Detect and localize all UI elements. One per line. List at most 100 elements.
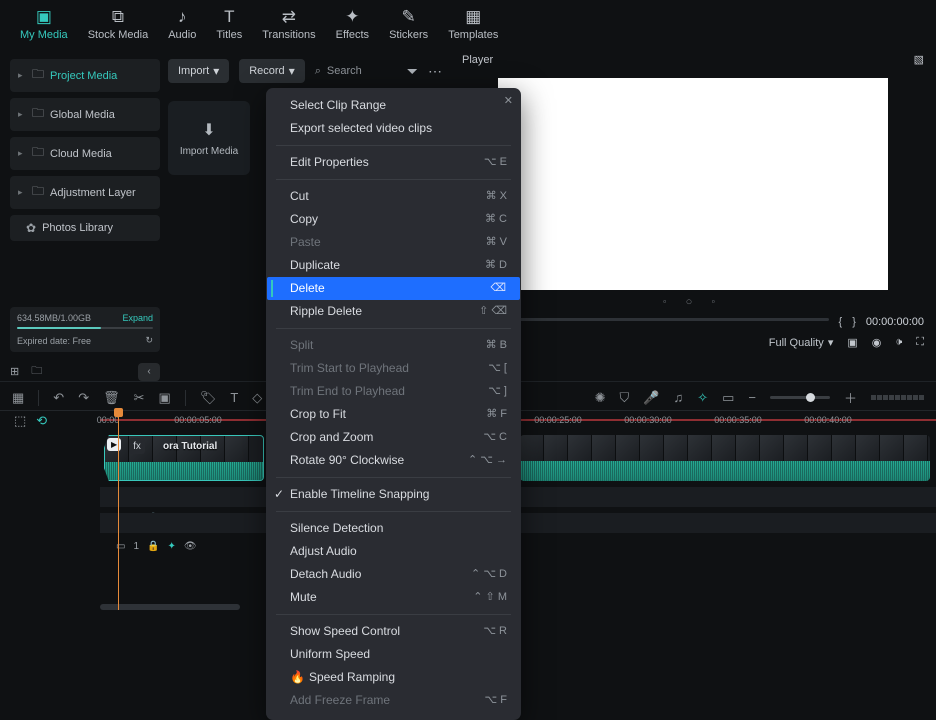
tab-label: Titles (216, 29, 242, 41)
text-icon[interactable]: T (230, 390, 238, 405)
snapshot-icon[interactable]: ◉ (872, 336, 882, 349)
volume-icon[interactable]: 🕩 (895, 336, 902, 349)
storage-expand-link[interactable]: Expand (122, 313, 153, 323)
color-tool-icon[interactable]: ✺ (595, 390, 606, 406)
menu-delete[interactable]: Delete⌫ (267, 277, 520, 300)
menu-mute[interactable]: Mute⌃ ⇧ M (266, 586, 521, 609)
tab-my-media[interactable]: ▣ My Media (14, 4, 74, 43)
menu-enable-snapping[interactable]: ✓Enable Timeline Snapping (266, 483, 521, 506)
import-media-tile[interactable]: ⬇ Import Media (168, 101, 250, 175)
top-tabbar: ▣ My Media ⧉ Stock Media ♪ Audio T Title… (0, 0, 936, 49)
tag-icon[interactable]: 🏷 (200, 390, 217, 406)
effects-track-icon[interactable]: ✦ (167, 541, 175, 552)
menu-detach-audio[interactable]: Detach Audio⌃ ⌥ D (266, 563, 521, 586)
sidebar-item-cloud-media[interactable]: ▸ 🗀 Cloud Media (10, 137, 160, 170)
bracket-right-icon[interactable]: } (852, 316, 856, 328)
collapse-sidebar-button[interactable]: ‹ (138, 363, 160, 381)
menu-trim-end: Trim End to Playhead⌥ ] (266, 380, 521, 403)
fx-badge-icon: fx (129, 438, 145, 454)
keyframe-icon[interactable]: ◇ (252, 390, 262, 406)
mic-icon[interactable]: 🎤 (643, 390, 659, 406)
menu-trim-start: Trim Start to Playhead⌥ [ (266, 357, 521, 380)
menu-cut[interactable]: Cut⌘ X (266, 185, 521, 208)
menu-crop-to-fit[interactable]: Crop to Fit⌘ F (266, 403, 521, 426)
menu-ripple-delete[interactable]: Ripple Delete⇧ ⌫ (266, 300, 521, 323)
timeline-horizontal-scrollbar[interactable] (100, 604, 240, 610)
magnet-icon[interactable]: ⬚ (14, 413, 26, 429)
menu-crop-and-zoom[interactable]: Crop and Zoom⌥ C (266, 426, 521, 449)
redo-button[interactable]: ↷ (78, 390, 89, 406)
player-title-label: Player (462, 54, 493, 66)
tab-audio[interactable]: ♪ Audio (162, 4, 202, 43)
zoom-in-button[interactable]: ＋ (844, 388, 857, 407)
sidebar-item-project-media[interactable]: ▸ 🗀 Project Media (10, 59, 160, 92)
quality-label: Full Quality (769, 337, 824, 349)
player-canvas[interactable] (498, 78, 888, 290)
eye-icon[interactable]: 👁 (184, 541, 197, 552)
menu-select-clip-range[interactable]: Select Clip Range (266, 94, 521, 117)
lock-icon[interactable]: 🔒 (147, 541, 159, 552)
filter-icon[interactable]: ⏷ (407, 63, 418, 80)
crop-button[interactable]: ▣ (159, 390, 171, 406)
tab-transitions[interactable]: ⇄ Transitions (256, 4, 321, 43)
refresh-icon[interactable]: ↻ (145, 335, 153, 346)
ai-icon[interactable]: ✧ (697, 390, 708, 406)
link-icon[interactable]: ⟲ (36, 413, 47, 429)
new-bin-icon[interactable]: ⊞ (10, 365, 19, 378)
storage-bar (17, 327, 153, 329)
sidebar-item-label: Adjustment Layer (50, 187, 136, 199)
record-dropdown[interactable]: Record ▾ (239, 59, 305, 83)
menu-speed-ramping[interactable]: 🔥Speed Ramping (266, 666, 521, 689)
marker-icon[interactable]: ▭ (722, 390, 734, 406)
close-icon[interactable]: ✕ (504, 94, 513, 107)
tab-stickers[interactable]: ✎ Stickers (383, 4, 434, 43)
snapshot-tool-icon[interactable]: ▧ (914, 53, 924, 66)
tab-effects[interactable]: ✦ Effects (330, 4, 375, 43)
clip-main[interactable]: ▶ fx ora Tutorial (104, 435, 264, 481)
tab-titles[interactable]: T Titles (210, 4, 248, 43)
zoom-out-button[interactable]: − (748, 390, 756, 405)
sidebar-item-global-media[interactable]: ▸ 🗀 Global Media (10, 98, 160, 131)
layout-icon[interactable]: ▦ (12, 390, 24, 406)
tab-label: Audio (168, 29, 196, 41)
clip-secondary[interactable] (520, 435, 930, 481)
undo-button[interactable]: ↶ (53, 390, 64, 406)
tab-label: Templates (448, 29, 498, 41)
tab-stock-media[interactable]: ⧉ Stock Media (82, 4, 155, 43)
tab-label: Transitions (262, 29, 315, 41)
menu-add-freeze-frame: Add Freeze Frame⌥ F (266, 689, 521, 712)
tab-label: Stock Media (88, 29, 149, 41)
import-dropdown[interactable]: Import ▾ (168, 59, 229, 83)
record-label: Record (249, 65, 284, 77)
sidebar-item-adjustment-layer[interactable]: ▸ 🗀 Adjustment Layer (10, 176, 160, 209)
tab-label: Stickers (389, 29, 428, 41)
track-height-icon[interactable] (871, 395, 924, 400)
photos-icon: ✿ (26, 221, 36, 235)
fullscreen-icon[interactable]: ⛶ (916, 336, 924, 349)
delete-button[interactable]: 🗑 (103, 390, 120, 406)
menu-show-speed-control[interactable]: Show Speed Control⌥ R (266, 620, 521, 643)
zoom-slider[interactable] (770, 396, 830, 399)
tab-templates[interactable]: ▦ Templates (442, 4, 504, 43)
menu-edit-properties[interactable]: Edit Properties⌥ E (266, 151, 521, 174)
shield-icon[interactable]: ⛉ (619, 390, 629, 406)
display-settings-icon[interactable]: ▣ (847, 336, 857, 349)
cut-button[interactable]: ✂ (134, 390, 145, 406)
sidebar-item-photos-library[interactable]: ✿ Photos Library (10, 215, 160, 241)
bracket-left-icon[interactable]: { (839, 316, 843, 328)
menu-uniform-speed[interactable]: Uniform Speed (266, 643, 521, 666)
menu-export-selected[interactable]: Export selected video clips (266, 117, 521, 140)
quality-dropdown[interactable]: Full Quality ▾ (769, 336, 834, 349)
playhead[interactable] (118, 411, 119, 610)
equalizer-icon[interactable]: ♫ (673, 390, 683, 405)
more-icon[interactable]: ⋯ (428, 63, 442, 80)
menu-copy[interactable]: Copy⌘ C (266, 208, 521, 231)
menu-rotate-90[interactable]: Rotate 90° Clockwise⌃ ⌥ → (266, 449, 521, 472)
sidebar-item-label: Photos Library (42, 222, 113, 234)
search-box[interactable]: ⌕ Search (315, 65, 397, 78)
menu-adjust-audio[interactable]: Adjust Audio (266, 540, 521, 563)
new-folder-icon[interactable]: 🗀 (31, 362, 42, 381)
ruler-label: 00:00:30:00 (624, 415, 672, 425)
import-label: Import (178, 65, 209, 77)
menu-duplicate[interactable]: Duplicate⌘ D (266, 254, 521, 277)
